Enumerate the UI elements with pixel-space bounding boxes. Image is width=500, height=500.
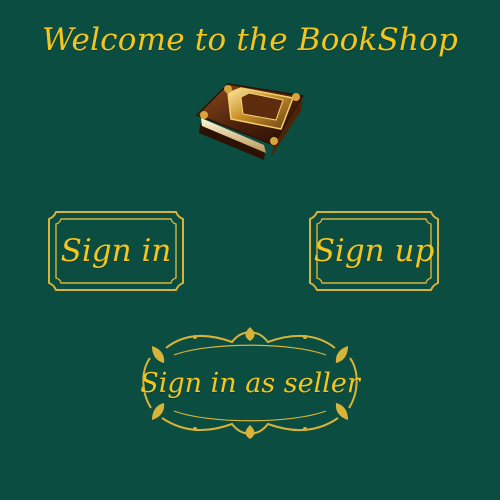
sign-in-label: Sign in (60, 233, 172, 269)
sign-in-as-seller-button[interactable]: Sign in as seller (134, 324, 366, 442)
sign-up-label: Sign up (313, 233, 435, 269)
sign-in-as-seller-label: Sign in as seller (140, 367, 360, 399)
book-icon (195, 83, 305, 160)
page-title: Welcome to the BookShop (41, 22, 459, 58)
sign-in-button[interactable]: Sign in (46, 209, 186, 293)
sign-up-button[interactable]: Sign up (307, 209, 441, 293)
